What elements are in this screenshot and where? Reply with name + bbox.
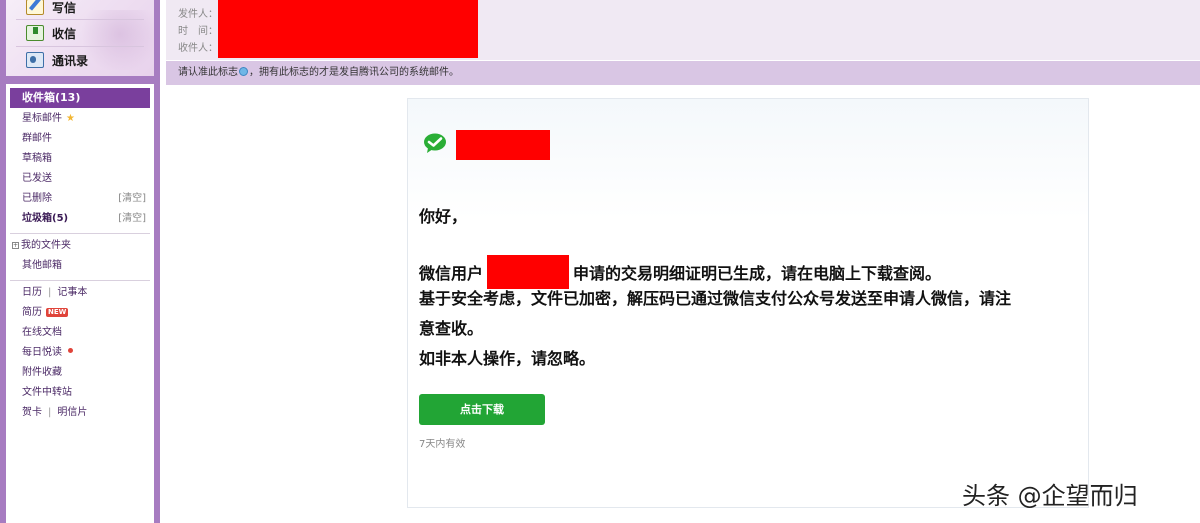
- sidebar-item-calendar[interactable]: 日历: [22, 287, 42, 298]
- sidebar-item-daily-read[interactable]: 每日悦读: [22, 346, 73, 360]
- unread-dot-icon: [68, 348, 73, 353]
- sidebar-item-greeting-card[interactable]: 贺卡: [22, 407, 42, 418]
- sidebar: 写信 收信 通讯录 收件箱(13) 星标邮件 ★ 群邮件 草稿箱 已发送 已删除 …: [0, 0, 160, 523]
- sidebar-item-file-transfer[interactable]: 文件中转站: [22, 386, 72, 400]
- new-badge: NEW: [46, 308, 69, 317]
- line1-suffix: 申请的交易明细证明已生成，请在电脑上下载查阅。: [573, 264, 942, 283]
- divider: [16, 46, 144, 47]
- verified-mark-icon: [239, 67, 248, 76]
- sidebar-item-online-docs[interactable]: 在线文档: [22, 326, 62, 340]
- message-line-3: 意查收。: [419, 319, 484, 338]
- redaction-box: [456, 130, 550, 160]
- divider: [10, 233, 150, 234]
- card-postcard-row: 贺卡 | 明信片: [22, 406, 87, 420]
- to-label: 收件人：: [178, 43, 218, 54]
- from-label: 发件人：: [178, 9, 218, 20]
- calendar-notebook-row: 日历 | 记事本: [22, 286, 87, 300]
- security-notice: 请认准此标志 ，拥有此标志的才是发自腾讯公司的系统邮件。: [166, 61, 1200, 85]
- line1-prefix: 微信用户: [419, 264, 484, 283]
- divider: [16, 19, 144, 20]
- resume-label: 简历: [22, 307, 42, 318]
- separator: |: [48, 287, 52, 298]
- folder-nav: 收件箱(13) 星标邮件 ★ 群邮件 草稿箱 已发送 已删除 [清空] 垃圾箱(5…: [6, 84, 154, 523]
- sidebar-item-other-mailbox[interactable]: 其他邮箱: [22, 259, 62, 273]
- sidebar-item-sent[interactable]: 已发送: [22, 172, 52, 186]
- separator: |: [48, 407, 52, 418]
- sidebar-item-deleted[interactable]: 已删除: [22, 192, 52, 206]
- contacts-icon: [26, 52, 44, 68]
- time-label: 时 间：: [178, 26, 218, 37]
- receive-icon: [26, 25, 44, 41]
- expand-icon[interactable]: +: [12, 242, 19, 249]
- compose-button[interactable]: 写信: [26, 0, 76, 18]
- notice-suffix: ，拥有此标志的才是发自腾讯公司的系统邮件。: [249, 67, 459, 78]
- sidebar-item-spam[interactable]: 垃圾箱(5): [22, 212, 68, 226]
- notice-prefix: 请认准此标志: [178, 67, 238, 78]
- redaction-box: [487, 255, 570, 289]
- receive-label: 收信: [52, 26, 77, 41]
- sidebar-item-postcard[interactable]: 明信片: [57, 407, 87, 418]
- divider: [10, 280, 150, 281]
- star-icon: ★: [66, 113, 75, 124]
- watermark: 头条 @企望而归: [962, 482, 1138, 510]
- sidebar-item-attachments[interactable]: 附件收藏: [22, 366, 62, 380]
- compose-label: 写信: [52, 0, 77, 15]
- message-line-4: 如非本人操作，请忽略。: [419, 349, 596, 368]
- message-line-1: 微信用户 申请的交易明细证明已生成，请在电脑上下载查阅。: [419, 255, 941, 289]
- sidebar-item-group[interactable]: 群邮件: [22, 132, 52, 146]
- receive-button[interactable]: 收信: [26, 22, 76, 44]
- starred-label: 星标邮件: [22, 113, 62, 124]
- my-folders-label: 我的文件夹: [21, 240, 71, 251]
- contacts-button[interactable]: 通讯录: [26, 49, 88, 71]
- empty-deleted-button[interactable]: [清空]: [118, 192, 146, 206]
- empty-spam-button[interactable]: [清空]: [118, 212, 146, 226]
- download-button[interactable]: 点击下载: [419, 394, 545, 425]
- daily-read-label: 每日悦读: [22, 347, 62, 358]
- sidebar-item-drafts[interactable]: 草稿箱: [22, 152, 52, 166]
- greeting: 你好，: [419, 207, 468, 226]
- validity-note: 7天内有效: [419, 439, 466, 450]
- sidebar-item-resume[interactable]: 简历 NEW: [22, 306, 69, 320]
- message-line-2: 基于安全考虑，文件已加密，解压码已通过微信支付公众号发送至申请人微信，请注: [419, 289, 1012, 308]
- sidebar-item-inbox[interactable]: 收件箱(13): [10, 88, 150, 108]
- contacts-label: 通讯录: [52, 53, 89, 68]
- sidebar-item-notebook[interactable]: 记事本: [57, 287, 87, 298]
- redaction-box: [218, 0, 478, 58]
- email-header: 发件人： 时 间： 收件人：: [166, 0, 1200, 60]
- compose-icon: [26, 0, 44, 15]
- email-body: 你好， 微信用户 申请的交易明细证明已生成，请在电脑上下载查阅。 基于安全考虑，文…: [407, 98, 1089, 508]
- sidebar-item-my-folders[interactable]: + 我的文件夹: [12, 239, 71, 253]
- wechat-logo-icon: [424, 133, 446, 153]
- sidebar-item-starred[interactable]: 星标邮件 ★: [22, 112, 75, 126]
- quick-actions-panel: 写信 收信 通讯录: [6, 0, 154, 76]
